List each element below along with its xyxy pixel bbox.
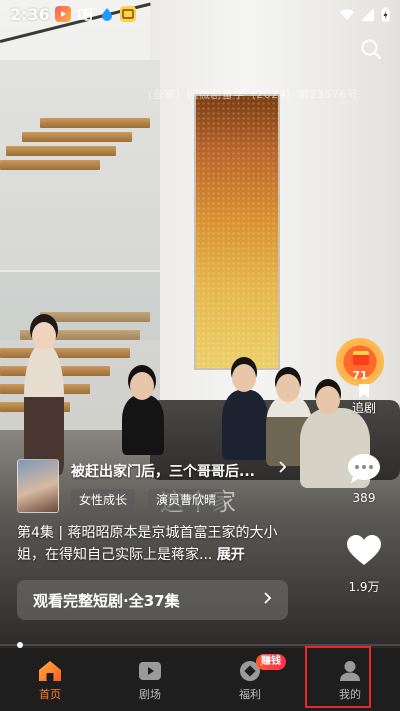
status-bar: 2:36 [0, 0, 400, 28]
follow-label: 追剧 [351, 401, 376, 415]
scene-stair [22, 132, 132, 142]
baidu-style-app-icon [76, 6, 94, 22]
nav-label-home: 首页 [39, 688, 61, 701]
wall-artwork [196, 96, 278, 368]
character-head [32, 322, 56, 350]
battery-charging-icon [381, 7, 390, 21]
nav-item-profile[interactable]: 我的 [300, 648, 400, 711]
comment-count: 389 [352, 491, 376, 505]
character-figure [24, 345, 64, 475]
nav-item-home[interactable]: 首页 [0, 648, 100, 711]
cellular-signal-icon [361, 7, 374, 21]
episode-description: 第4集 | 蒋昭昭原本是京城首富王家的大小姐，在得知自己实际上是蒋家... 展开 [17, 522, 292, 566]
comment-button[interactable]: 389 [334, 452, 394, 505]
red-envelope-icon [353, 351, 369, 365]
license-watermark: (备案）网微剧备字（2024）第23576号 [148, 88, 359, 101]
character-head [276, 374, 300, 402]
theater-play-icon [139, 662, 161, 680]
home-icon [39, 661, 61, 681]
glass-railing [0, 270, 160, 340]
profile-icon [340, 661, 360, 681]
character-head [130, 372, 154, 400]
like-button[interactable]: 1.9万 [334, 534, 394, 595]
expand-button[interactable]: 展开 [217, 547, 245, 563]
comment-icon [348, 454, 380, 483]
status-system-icons [339, 7, 390, 22]
redpacket-count: 71 [352, 369, 368, 382]
character-figure [122, 395, 164, 455]
drama-tag[interactable]: 女性成长 [71, 489, 136, 511]
search-icon [361, 39, 382, 60]
nav-item-welfare[interactable]: 赚钱 福利 [200, 648, 300, 711]
video-progress-bar[interactable] [0, 642, 400, 648]
watch-full-drama-label: 观看完整短剧·全37集 [33, 591, 180, 610]
nav-label-theater: 剧场 [139, 688, 161, 701]
coupon-app-icon [119, 6, 136, 22]
drama-title[interactable]: 被赶出家门后，三个哥哥后... [71, 461, 281, 481]
bottom-navigation: 首页 剧场 赚钱 福利 我的 [0, 648, 400, 711]
earn-money-badge: 赚钱 [256, 654, 286, 670]
scene-stair [6, 146, 116, 156]
like-count: 1.9万 [348, 580, 380, 594]
video-app-icon [54, 6, 71, 22]
chevron-right-icon [264, 592, 272, 608]
status-time: 2:36 [10, 4, 50, 24]
chevron-right-icon[interactable] [279, 461, 287, 477]
follow-drama-button[interactable]: 追剧 [334, 384, 394, 416]
search-button[interactable] [360, 38, 382, 60]
nav-label-profile: 我的 [339, 688, 361, 701]
character-figure [222, 390, 268, 460]
bookmark-icon [359, 384, 369, 398]
drama-tag[interactable]: 演员曹欣晴 [148, 489, 225, 511]
scene-stair [0, 348, 130, 358]
nav-item-theater[interactable]: 剧场 [100, 648, 200, 711]
character-head [232, 364, 256, 392]
nav-label-welfare: 福利 [239, 688, 261, 701]
water-drop-app-icon [99, 6, 115, 22]
heart-icon [347, 535, 381, 565]
wifi-icon [340, 8, 354, 20]
scene-stair [40, 118, 150, 128]
watch-full-drama-button[interactable]: 观看完整短剧·全37集 [17, 580, 288, 620]
scene-stair [0, 160, 100, 170]
drama-poster-thumbnail[interactable] [17, 459, 59, 513]
redpacket-reward-button[interactable]: 71 [336, 338, 384, 386]
